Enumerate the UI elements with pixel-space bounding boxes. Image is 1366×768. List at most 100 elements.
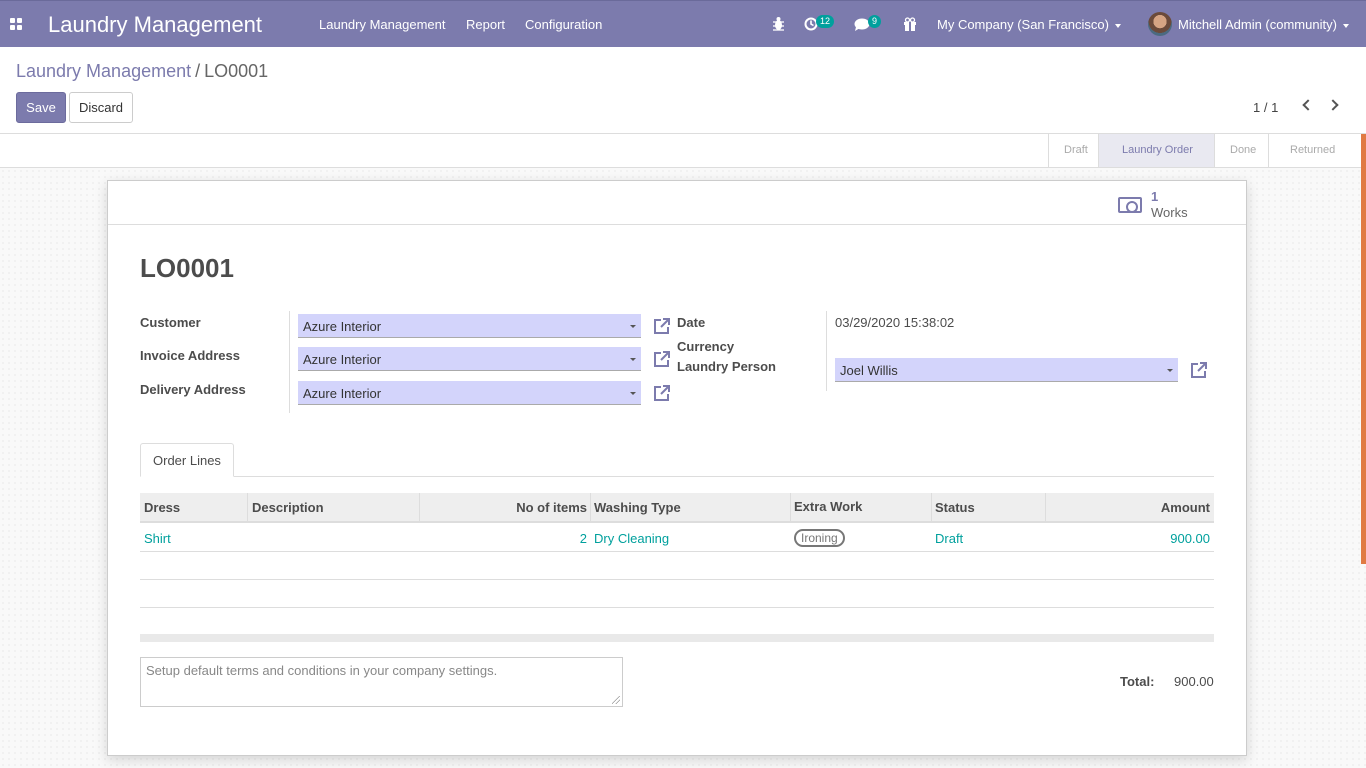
activity-count-badge: 12 [816,15,835,28]
terms-and-conditions-field[interactable]: Setup default terms and conditions in yo… [140,657,623,707]
stage-returned[interactable]: Returned [1290,144,1335,156]
company-name: My Company (San Francisco) [937,17,1109,32]
pager-next-button[interactable] [1326,97,1344,115]
total-value: 900.00 [1174,674,1214,689]
empty-table-row[interactable] [140,580,1214,608]
stage-divider [1214,134,1215,167]
save-button[interactable]: Save [16,92,66,123]
dropdown-caret-icon [1167,369,1173,372]
column-header-no-of-items[interactable]: No of items [516,500,587,515]
external-link-icon[interactable] [1189,360,1209,380]
stage-done[interactable]: Done [1230,144,1256,156]
invoice-address-field[interactable]: Azure Interior [298,347,641,371]
customer-label: Customer [140,315,201,330]
invoice-address-value: Azure Interior [303,352,382,367]
terms-placeholder: Setup default terms and conditions in yo… [146,663,498,678]
breadcrumb-parent-link[interactable]: Laundry Management [16,61,191,81]
top-navbar: Laundry Management Laundry Management Re… [0,0,1366,47]
external-link-icon[interactable] [652,349,672,369]
delivery-address-label: Delivery Address [140,382,246,397]
customer-field[interactable]: Azure Interior [298,314,641,338]
breadcrumb: Laundry Management / LO0001 [16,61,268,82]
discard-button[interactable]: Discard [69,92,133,123]
column-divider [590,493,591,521]
page-scrollbar[interactable] [1361,134,1366,564]
pager-previous-button[interactable] [1298,97,1316,115]
column-header-status[interactable]: Status [935,500,975,515]
works-count: 1 [1151,189,1159,204]
laundry-person-field[interactable]: Joel Willis [835,358,1178,382]
resize-handle-icon[interactable] [612,696,620,704]
currency-label: Currency [677,339,735,354]
column-divider [1045,493,1046,521]
cell-amount[interactable]: 900.00 [1170,531,1210,546]
column-header-extra-work[interactable]: Extra Work [794,499,862,514]
column-header-description[interactable]: Description [252,500,324,515]
column-divider [419,493,420,521]
menu-configuration[interactable]: Configuration [525,17,602,32]
company-switcher[interactable]: My Company (San Francisco) [937,17,1121,32]
laundry-person-value: Joel Willis [840,363,898,378]
record-title: LO0001 [140,253,234,283]
order-lines-header: Dress Description No of items Washing Ty… [140,493,1214,523]
column-header-dress[interactable]: Dress [144,500,180,515]
pager-value[interactable]: 1 / 1 [1253,100,1278,115]
empty-table-row[interactable] [140,608,1214,636]
menu-report[interactable]: Report [466,17,505,32]
smart-button-box: 1 Works [108,181,1246,225]
user-menu[interactable]: Mitchell Admin (community) [1178,17,1349,32]
stage-divider [1098,134,1099,167]
delivery-address-value: Azure Interior [303,386,382,401]
dropdown-caret-icon [630,358,636,361]
extra-work-tag[interactable]: Ironing [794,529,845,547]
debug-bug-icon[interactable] [772,17,785,31]
external-link-icon[interactable] [652,383,672,403]
stage-divider [1048,134,1049,167]
tab-order-lines[interactable]: Order Lines [140,443,234,477]
stage-laundry-order[interactable]: Laundry Order [1122,144,1193,156]
chevron-left-icon [1302,99,1314,111]
works-label: Works [1151,205,1188,220]
chevron-down-icon [1342,23,1349,28]
stage-draft[interactable]: Draft [1064,144,1088,156]
form-sheet: 1 Works LO0001 Customer Invoice Address … [107,180,1247,756]
gift-icon[interactable] [903,17,917,31]
works-smart-button[interactable]: 1 Works [1118,189,1218,221]
notebook-tab-line [140,476,1214,477]
invoice-address-label: Invoice Address [140,348,240,363]
date-value[interactable]: 03/29/2020 15:38:02 [835,315,954,330]
delivery-address-field[interactable]: Azure Interior [298,381,641,405]
column-divider [931,493,932,521]
chevron-right-icon [1327,99,1339,111]
chevron-down-icon [1114,23,1121,28]
customer-value: Azure Interior [303,319,382,334]
menu-laundry-management[interactable]: Laundry Management [319,17,445,32]
dropdown-caret-icon [630,325,636,328]
date-label: Date [677,315,706,330]
dropdown-caret-icon [630,392,636,395]
cell-washing-type[interactable]: Dry Cleaning [594,531,669,546]
table-row[interactable]: Shirt 2 Dry Cleaning Ironing Draft 900.0… [140,524,1214,552]
total-label: Total: [1120,674,1155,689]
empty-table-row[interactable] [140,552,1214,580]
message-count-badge: 9 [868,15,882,28]
laundry-person-label: Laundry Person [677,359,776,374]
column-header-amount[interactable]: Amount [1161,500,1210,515]
field-divider [826,311,827,391]
external-link-icon[interactable] [652,316,672,336]
app-title: Laundry Management [48,12,263,37]
stage-divider [1268,134,1269,167]
cell-no-of-items[interactable]: 2 [580,531,587,546]
apps-menu-icon[interactable] [10,18,22,30]
user-name: Mitchell Admin (community) [1178,17,1337,32]
order-lines-footer [140,634,1214,642]
breadcrumb-current: LO0001 [204,61,269,81]
column-divider [247,493,248,521]
column-divider [790,493,791,521]
cell-status[interactable]: Draft [935,531,963,546]
user-avatar[interactable] [1148,12,1172,36]
statusbar: Draft Laundry Order Done Returned [0,133,1366,168]
column-header-washing-type[interactable]: Washing Type [594,500,681,515]
cell-dress[interactable]: Shirt [144,531,171,546]
breadcrumb-separator: / [195,61,201,81]
